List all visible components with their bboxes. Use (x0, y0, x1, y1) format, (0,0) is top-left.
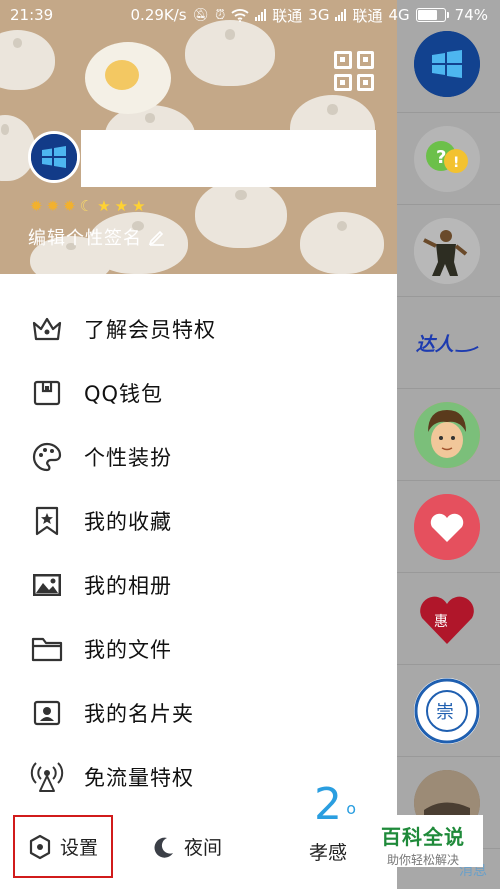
profile-header: ✹ ✹ ✹ ☾ ★ ★ ★ 编辑个性签名 (0, 0, 397, 274)
avatar: ?! (414, 126, 480, 192)
svg-text:?: ? (436, 147, 446, 168)
level-badges[interactable]: ✹ ✹ ✹ ☾ ★ ★ ★ (30, 197, 146, 215)
folder-icon (30, 632, 64, 666)
avatar (414, 218, 480, 284)
battery-icon (415, 8, 449, 22)
signal-icon (255, 9, 267, 21)
list-item[interactable]: 惠 (397, 573, 500, 665)
menu-item-wallet[interactable]: QQ钱包 (0, 361, 397, 425)
moon-icon: ☾ (79, 197, 94, 215)
status-bar: 21:39 0.29K/s 🔕︎ ⏰︎ 联通 3G 联通 4G 74% (0, 0, 500, 30)
star-icon: ★ (132, 197, 146, 215)
network-type-1: 3G (308, 6, 330, 24)
image-icon (30, 568, 64, 602)
list-item[interactable] (397, 205, 500, 297)
temperature: 2o (314, 779, 356, 831)
menu-item-cards[interactable]: 我的名片夹 (0, 681, 397, 745)
night-mode-button[interactable]: 夜间 (152, 815, 222, 878)
sun-icon: ✹ (46, 197, 60, 215)
settings-label: 设置 (59, 837, 98, 859)
weather-widget[interactable]: 2o 孝感 (298, 779, 358, 865)
avatar (414, 402, 480, 468)
list-item[interactable]: 崇 (397, 665, 500, 757)
list-item[interactable]: 达人 (397, 297, 500, 389)
menu-item-files[interactable]: 我的文件 (0, 617, 397, 681)
moon-icon (154, 837, 173, 858)
carrier-1: 联通 (272, 6, 303, 25)
side-drawer: ✹ ✹ ✹ ☾ ★ ★ ★ 编辑个性签名 了解会员特权 QQ钱包 个性装扮 我的… (0, 0, 397, 889)
menu-item-album[interactable]: 我的相册 (0, 553, 397, 617)
network-type-2: 4G (388, 6, 410, 24)
bookmark-star-icon (30, 504, 64, 538)
drawer-bottom-bar: 设置 夜间 2o 孝感 (0, 779, 397, 889)
sun-icon: ✹ (30, 197, 43, 215)
avatar (414, 31, 480, 97)
pattern-egg (85, 42, 171, 114)
alarm-icon: ⏰︎ (215, 7, 226, 23)
crown-icon (30, 312, 64, 346)
battery-percent: 74% (454, 6, 488, 24)
settings-hexagon-icon (29, 834, 51, 859)
wallet-icon (30, 376, 64, 410)
clock: 21:39 (10, 6, 54, 24)
list-item[interactable] (397, 18, 500, 113)
net-speed: 0.29K/s (130, 6, 187, 24)
wifi-icon (231, 9, 249, 22)
signature-label: 编辑个性签名 (28, 228, 142, 249)
contact-card-icon (30, 696, 64, 730)
avatar (414, 494, 480, 560)
degree-sign: o (346, 799, 356, 818)
avatar: 惠 (414, 586, 480, 652)
pattern-bun (300, 212, 384, 274)
list-item[interactable] (397, 481, 500, 573)
svg-text:!: ! (453, 155, 459, 171)
star-icon: ★ (97, 197, 111, 215)
avatar[interactable] (28, 131, 80, 183)
pencil-icon (148, 230, 164, 246)
battery-level (417, 10, 437, 20)
sun-icon: ✹ (63, 197, 76, 215)
signal-icon (335, 9, 347, 21)
conversation-list-peek: ?! 达人 惠 崇 消息 (397, 0, 500, 889)
nickname-box[interactable] (81, 130, 376, 187)
svg-text:崇: 崇 (436, 702, 454, 723)
carrier-2: 联通 (352, 6, 383, 25)
watermark-logo: 百科全说 助你轻松解决 (363, 815, 483, 867)
menu-item-favorites[interactable]: 我的收藏 (0, 489, 397, 553)
mute-icon: 🔕︎ (192, 7, 210, 23)
drawer-menu: 了解会员特权 QQ钱包 个性装扮 我的收藏 我的相册 我的文件 我的名片夹 免流… (0, 297, 397, 809)
city-label: 孝感 (308, 842, 347, 864)
pattern-bun (195, 180, 287, 248)
menu-item-vip[interactable]: 了解会员特权 (0, 297, 397, 361)
star-icon: ★ (114, 197, 129, 215)
avatar: 崇 (414, 678, 480, 744)
pattern-bun (0, 30, 55, 90)
palette-icon (30, 440, 64, 474)
list-item[interactable]: ?! (397, 113, 500, 205)
settings-button[interactable]: 设置 (13, 815, 113, 878)
avatar: 达人 (414, 310, 480, 376)
signal-tower-icon (30, 760, 64, 794)
svg-text:达人: 达人 (416, 334, 454, 356)
menu-item-theme[interactable]: 个性装扮 (0, 425, 397, 489)
qr-code-icon[interactable] (334, 51, 374, 91)
night-label: 夜间 (184, 837, 223, 859)
list-item[interactable] (397, 389, 500, 481)
svg-text:惠: 惠 (434, 614, 448, 630)
edit-signature[interactable]: 编辑个性签名 (28, 224, 166, 250)
